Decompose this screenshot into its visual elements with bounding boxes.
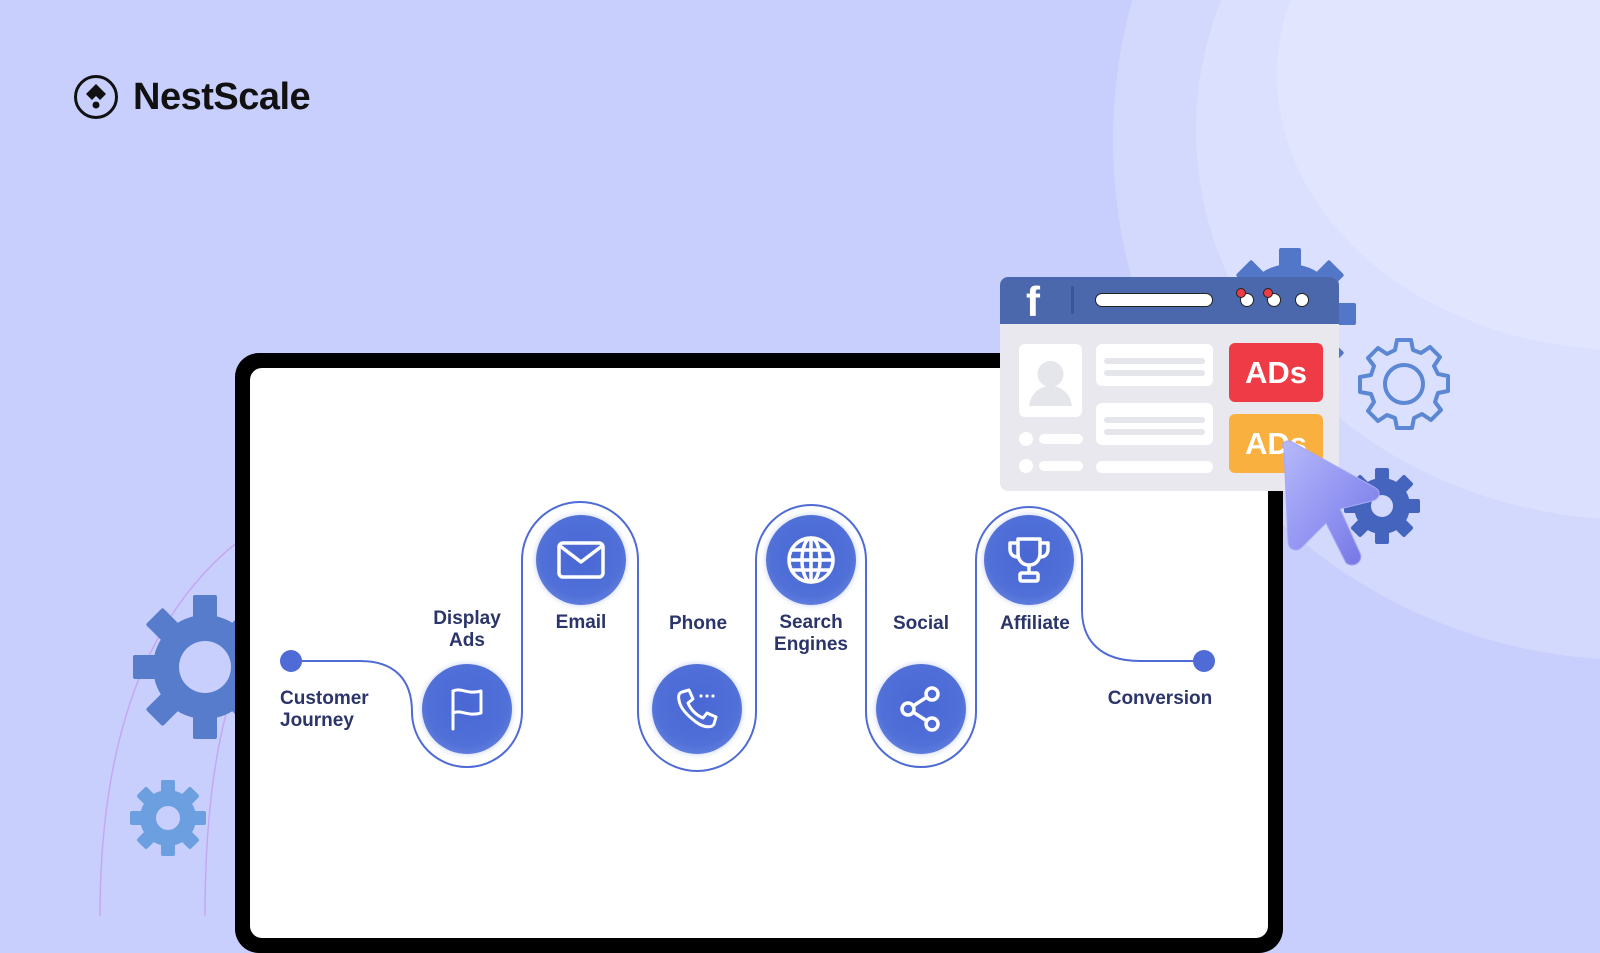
envelope-icon: [557, 541, 605, 579]
notification-badge: [1236, 288, 1246, 298]
notification-badge: [1263, 288, 1273, 298]
divider: [1071, 286, 1074, 314]
trophy-icon: [1008, 537, 1050, 583]
step-label-affiliate: Affiliate: [1000, 613, 1070, 634]
cursor-pointer-icon: [1282, 440, 1380, 566]
journey-end-label: Conversion: [1107, 688, 1213, 709]
gear-outline-icon: [1358, 338, 1450, 430]
facebook-title-bar: f: [1000, 277, 1339, 325]
journey-start-label: Customer Journey: [280, 688, 369, 731]
post-line: [1096, 461, 1213, 473]
step-node-social[interactable]: [876, 664, 966, 754]
profile-avatar: [1019, 344, 1082, 417]
journey-start-dot: [280, 650, 302, 672]
step-node-display-ads[interactable]: [422, 664, 512, 754]
list-bullet: [1019, 432, 1033, 446]
list-bullet: [1019, 459, 1033, 473]
post-card: [1096, 344, 1213, 386]
ad-badge-red[interactable]: ADs: [1229, 343, 1323, 402]
user-icon: [1029, 361, 1072, 406]
step-node-phone[interactable]: [652, 664, 742, 754]
globe-icon: [787, 536, 835, 584]
list-line: [1039, 461, 1083, 471]
flag-icon: [451, 688, 483, 731]
menu-icon[interactable]: [1295, 293, 1309, 307]
journey-end-dot: [1193, 650, 1215, 672]
step-node-email[interactable]: [536, 515, 626, 605]
step-node-search-engines[interactable]: [766, 515, 856, 605]
search-bar[interactable]: [1095, 293, 1213, 307]
post-card: [1096, 403, 1213, 445]
step-node-affiliate[interactable]: [984, 515, 1074, 605]
list-line: [1039, 434, 1083, 444]
facebook-logo-icon: f: [1026, 278, 1040, 325]
share-icon: [900, 686, 940, 732]
phone-icon: [677, 688, 718, 729]
